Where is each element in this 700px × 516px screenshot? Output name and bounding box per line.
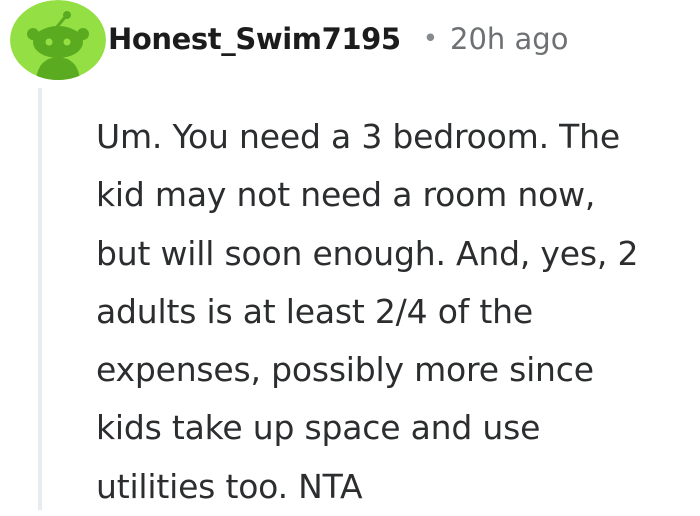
comment-body-line: kids take up space and use	[96, 408, 541, 448]
comment: Honest_Swim7195 • 20h ago Um. You need a…	[0, 0, 700, 510]
comment-body-line: expenses, possibly more since	[96, 350, 594, 390]
user-avatar[interactable]	[10, 0, 106, 80]
separator-dot: •	[422, 24, 439, 54]
thread-collapse-line[interactable]	[38, 88, 42, 510]
comment-body-line: adults is at least 2/4 of the	[96, 291, 533, 331]
comment-body-line: Um. You need a 3 bedroom. The	[96, 117, 620, 156]
comment-body: Um. You need a 3 bedroom. The kid may no…	[96, 108, 696, 516]
author-username[interactable]: Honest_Swim7195	[108, 22, 401, 56]
comment-body-line: kid may not need a room now,	[96, 175, 596, 215]
comment-timestamp[interactable]: 20h ago	[450, 22, 568, 56]
comment-body-line: utilities too. NTA	[96, 466, 363, 506]
comment-header: Honest_Swim7195 • 20h ago	[108, 14, 568, 64]
reddit-snoo-avatar-icon	[10, 0, 106, 80]
comment-body-line: but will soon enough. And, yes, 2	[96, 233, 639, 273]
